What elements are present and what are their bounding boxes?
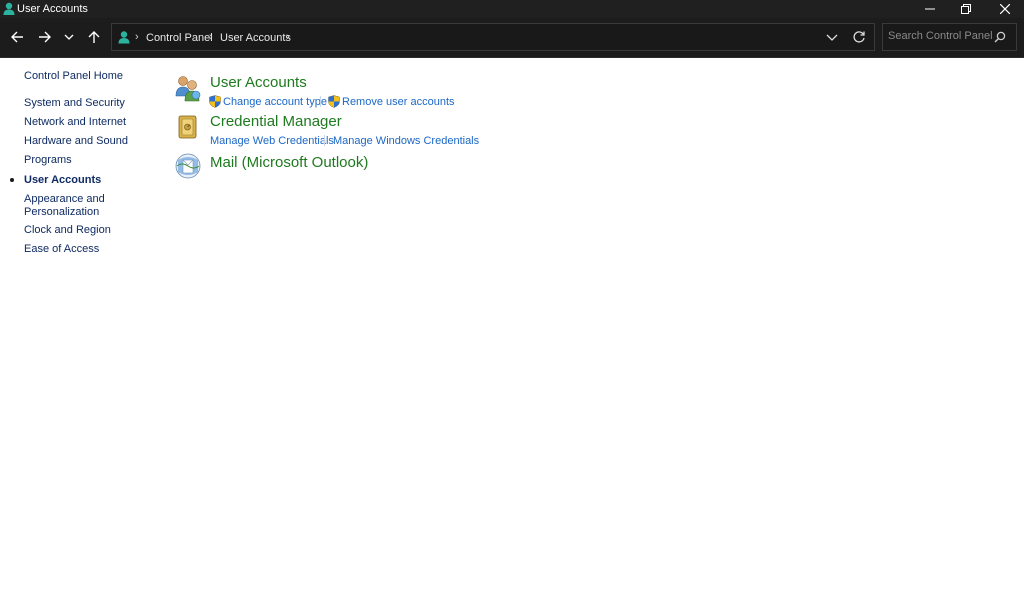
refresh-icon[interactable] [852,30,866,44]
sidebar-item-hardware-and-sound[interactable]: Hardware and Sound [24,135,128,148]
chevron-down-icon [64,34,74,40]
uac-shield-icon [328,95,340,108]
arrow-up-icon [88,31,100,43]
navigation-bar: › Control Panel › User Accounts › [0,18,1024,58]
address-bar[interactable]: › Control Panel › User Accounts › [111,23,875,51]
category-title-user-accounts[interactable]: User Accounts [210,74,307,91]
breadcrumb-separator-icon[interactable]: › [209,31,213,43]
search-box[interactable] [882,23,1017,51]
link-divider [320,96,321,107]
change-account-type-link[interactable]: Change account type [223,96,327,108]
back-button[interactable] [6,26,28,48]
remove-user-accounts-link[interactable]: Remove user accounts [342,96,455,108]
sidebar-item-appearance-and-personalization[interactable]: Appearance and Personalization [24,193,105,219]
restore-button[interactable] [947,0,985,18]
search-icon[interactable] [994,31,1006,43]
user-accounts-app-icon [3,2,15,15]
close-icon [1000,4,1010,14]
sidebar-item-ease-of-access[interactable]: Ease of Access [24,243,99,256]
sidebar-control-panel-home[interactable]: Control Panel Home [24,70,123,83]
sidebar-item-clock-and-region[interactable]: Clock and Region [24,224,111,237]
breadcrumb-separator-icon[interactable]: › [135,31,139,43]
restore-icon [961,4,971,14]
sidebar-item-system-and-security[interactable]: System and Security [24,97,125,110]
breadcrumb-separator-icon[interactable]: › [286,31,290,43]
category-title-credential-manager[interactable]: Credential Manager [210,113,342,130]
arrow-left-icon [11,31,23,43]
sidebar-item-programs[interactable]: Programs [24,154,72,167]
sidebar-item-user-accounts[interactable]: User Accounts [24,174,101,187]
control-panel-root-icon[interactable] [118,30,130,44]
mail-icon[interactable] [174,152,202,180]
active-item-bullet [10,178,14,182]
manage-windows-credentials-link[interactable]: Manage Windows Credentials [333,135,479,147]
users-icon[interactable] [174,74,202,102]
uac-shield-icon [209,95,221,108]
close-button[interactable] [986,0,1024,18]
arrow-right-icon [39,31,51,43]
manage-web-credentials-link[interactable]: Manage Web Credentials [210,135,334,147]
link-divider [324,135,325,146]
up-button[interactable] [83,26,105,48]
window-title: User Accounts [17,3,88,15]
credential-vault-icon[interactable] [174,113,202,141]
search-input[interactable] [888,30,993,42]
category-title-mail[interactable]: Mail (Microsoft Outlook) [210,154,368,171]
sidebar-item-network-and-internet[interactable]: Network and Internet [24,116,126,129]
breadcrumb-user-accounts[interactable]: User Accounts [220,32,291,44]
breadcrumb-control-panel[interactable]: Control Panel [146,32,213,44]
minimize-button[interactable] [911,0,949,18]
address-dropdown-icon[interactable] [826,30,838,44]
forward-button[interactable] [34,26,56,48]
recent-locations-button[interactable] [58,26,80,48]
title-bar: User Accounts [0,0,1024,18]
minimize-icon [925,8,935,10]
